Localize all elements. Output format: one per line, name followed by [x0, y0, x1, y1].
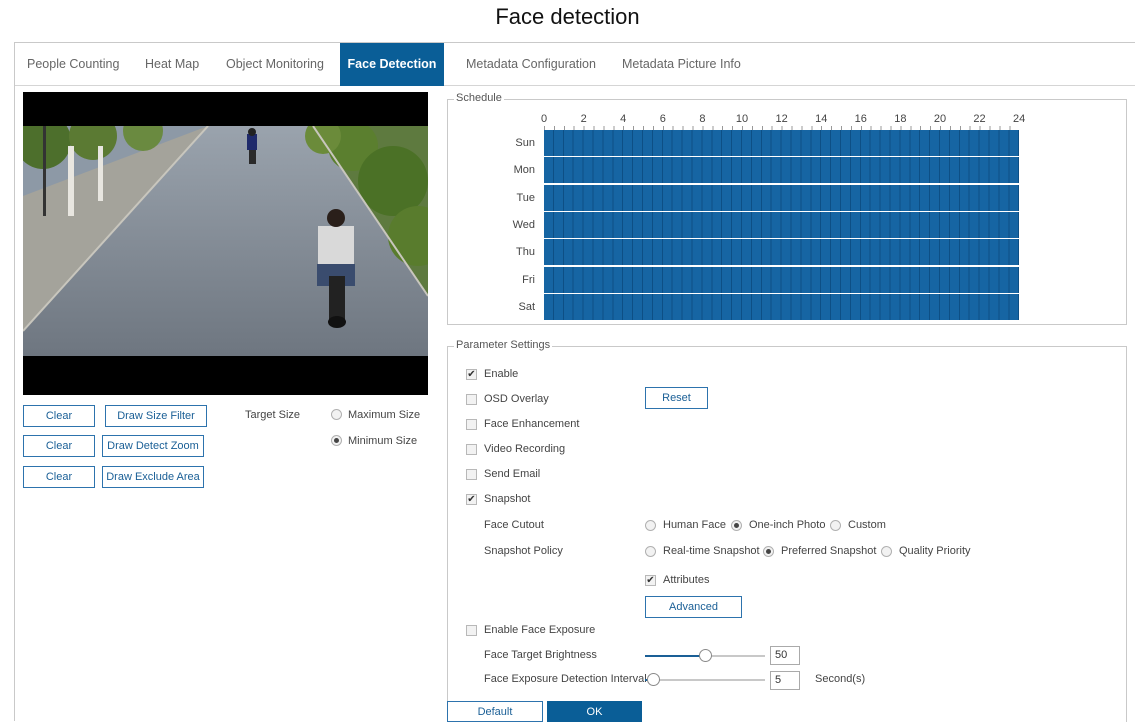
- schedule-day-row[interactable]: [544, 184, 1019, 211]
- face-target-brightness-label: Face Target Brightness: [484, 649, 597, 661]
- tab-metadata-configuration[interactable]: Metadata Configuration: [466, 43, 596, 86]
- schedule-hour-label: 24: [1013, 113, 1026, 125]
- clear-exclude-area-button[interactable]: Clear: [23, 466, 95, 488]
- snapshot-checkbox[interactable]: ✔: [466, 494, 477, 505]
- face-enhancement-label: Face Enhancement: [484, 418, 580, 430]
- advanced-button[interactable]: Advanced: [645, 596, 742, 618]
- brightness-slider-fill: [645, 655, 705, 657]
- schedule-day-row[interactable]: [544, 130, 1019, 156]
- schedule-panel: Schedule 0 2 4 6 8 10 12 14 16 18 20 22 24 Sun Mon Tue…: [447, 92, 1127, 325]
- enable-face-exposure-checkbox[interactable]: [466, 625, 477, 636]
- reset-button[interactable]: Reset: [645, 387, 708, 409]
- schedule-day-row[interactable]: [544, 211, 1019, 238]
- interval-slider-track[interactable]: [645, 679, 765, 681]
- enable-label: Enable: [484, 368, 519, 380]
- schedule-day-label: Wed: [512, 218, 535, 231]
- maximum-size-radio[interactable]: [331, 409, 342, 420]
- tab-metadata-picture-info[interactable]: Metadata Picture Info: [622, 43, 741, 86]
- schedule-day-label: Sun: [515, 137, 535, 149]
- custom-radio[interactable]: [830, 520, 841, 531]
- enable-checkbox[interactable]: ✔: [466, 369, 477, 380]
- interval-value-input[interactable]: 5: [770, 671, 800, 690]
- brightness-value-input[interactable]: 50: [770, 646, 800, 665]
- schedule-day-row[interactable]: [544, 293, 1019, 320]
- schedule-day-label: Tue: [516, 191, 535, 204]
- video-recording-label: Video Recording: [484, 443, 566, 455]
- tab-bar: People Counting Heat Map Object Monitori…: [15, 43, 1135, 86]
- schedule-hour-label: 2: [580, 113, 587, 125]
- schedule-hour-label: 4: [620, 113, 627, 125]
- minimum-size-label: Minimum Size: [348, 435, 418, 447]
- schedule-hour-label: 14: [815, 113, 828, 125]
- schedule-day-label: Thu: [516, 246, 535, 259]
- tab-people-counting[interactable]: People Counting: [27, 43, 119, 86]
- page-title: Face detection: [495, 4, 640, 29]
- schedule-legend: Schedule: [454, 92, 504, 104]
- clear-size-filter-button[interactable]: Clear: [23, 405, 95, 427]
- schedule-hour-label: 18: [894, 113, 907, 125]
- ok-button[interactable]: OK: [547, 701, 642, 722]
- schedule-day-label: Fri: [522, 273, 535, 286]
- schedule-day-label: Mon: [513, 164, 535, 177]
- osd-overlay-checkbox[interactable]: [466, 394, 477, 405]
- draw-detect-zoom-button[interactable]: Draw Detect Zoom: [102, 435, 204, 457]
- interval-unit-label: Second(s): [815, 673, 866, 685]
- schedule-hour-label: 16: [854, 113, 867, 125]
- schedule-day-row[interactable]: [544, 239, 1019, 266]
- snapshot-label: Snapshot: [484, 493, 531, 505]
- parameter-settings-panel: Parameter Settings ✔ Enable OSD Overlay …: [447, 339, 1127, 722]
- one-inch-photo-radio[interactable]: [731, 520, 742, 531]
- tab-heat-map[interactable]: Heat Map: [145, 43, 199, 86]
- send-email-checkbox[interactable]: [466, 469, 477, 480]
- schedule-hour-label: 22: [973, 113, 986, 125]
- draw-exclude-area-button[interactable]: Draw Exclude Area: [102, 466, 204, 488]
- schedule-hour-label: 10: [735, 113, 749, 125]
- attributes-checkbox[interactable]: ✔: [645, 575, 656, 586]
- video-recording-checkbox[interactable]: [466, 444, 477, 455]
- human-face-radio[interactable]: [645, 520, 656, 531]
- real-time-snapshot-label: Real-time Snapshot: [663, 545, 760, 557]
- schedule-hour-label: 20: [933, 113, 947, 125]
- maximum-size-label: Maximum Size: [348, 409, 421, 421]
- schedule-day-label: Sat: [518, 300, 535, 313]
- quality-priority-radio[interactable]: [881, 546, 892, 557]
- minimum-size-radio[interactable]: [331, 435, 342, 446]
- schedule-hour-label: 6: [659, 113, 666, 125]
- main-panel: People Counting Heat Map Object Monitori…: [14, 42, 1135, 722]
- camera-scene-image: [23, 126, 428, 356]
- target-size-label: Target Size: [245, 409, 301, 421]
- osd-overlay-label: OSD Overlay: [484, 393, 549, 405]
- schedule-hour-label: 8: [699, 113, 706, 125]
- enable-face-exposure-label: Enable Face Exposure: [484, 624, 596, 636]
- face-cutout-label: Face Cutout: [484, 519, 544, 531]
- schedule-hour-label: 0: [541, 113, 548, 125]
- brightness-slider-handle[interactable]: [699, 649, 712, 662]
- human-face-label: Human Face: [663, 519, 726, 531]
- parameter-settings-legend: Parameter Settings: [454, 339, 553, 351]
- attributes-label: Attributes: [663, 574, 710, 586]
- schedule-day-row[interactable]: [544, 266, 1019, 293]
- video-preview[interactable]: [23, 92, 428, 395]
- custom-label: Custom: [848, 519, 886, 531]
- interval-slider-handle[interactable]: [646, 673, 660, 686]
- tab-object-monitoring[interactable]: Object Monitoring: [226, 43, 324, 86]
- preferred-snapshot-radio[interactable]: [763, 546, 774, 557]
- schedule-hour-label: 12: [775, 113, 788, 125]
- one-inch-photo-label: One-inch Photo: [749, 519, 826, 531]
- face-enhancement-checkbox[interactable]: [466, 419, 477, 430]
- tab-face-detection[interactable]: Face Detection: [340, 43, 444, 86]
- schedule-day-row[interactable]: [544, 157, 1019, 184]
- quality-priority-label: Quality Priority: [899, 545, 971, 557]
- preferred-snapshot-label: Preferred Snapshot: [781, 545, 877, 557]
- real-time-snapshot-radio[interactable]: [645, 546, 656, 557]
- send-email-label: Send Email: [484, 468, 541, 480]
- default-button[interactable]: Default: [447, 701, 543, 722]
- snapshot-policy-label: Snapshot Policy: [484, 545, 563, 557]
- clear-detect-zoom-button[interactable]: Clear: [23, 435, 95, 457]
- draw-size-filter-button[interactable]: Draw Size Filter: [105, 405, 207, 427]
- face-exposure-interval-label: Face Exposure Detection Interval: [484, 673, 647, 685]
- schedule-grid[interactable]: [544, 130, 1019, 321]
